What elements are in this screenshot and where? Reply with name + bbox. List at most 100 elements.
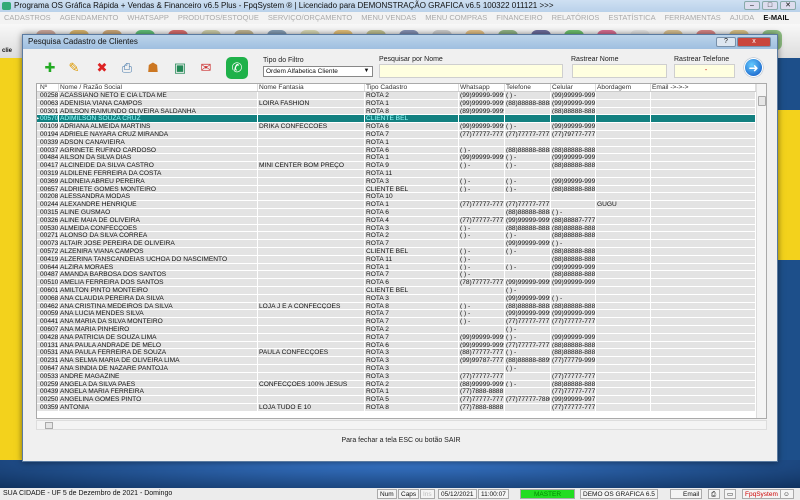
table-row[interactable]: 00607 ANA MARIA PINHEIRO ROTA 2 ( ) -: [37, 326, 757, 334]
table-row[interactable]: 00301 ADILSON RAIMUNDO OLIVEIRA SALDANHA R…: [37, 107, 757, 116]
minimize-button[interactable]: –: [744, 1, 760, 10]
table-row[interactable]: 00037 AGRINETE RUFINO CARDOSO ROTA 6( ) -(…: [37, 146, 757, 155]
table-row[interactable]: 00484 AILSON DA SILVA DIAS ROTA 1 (99)99999…: [37, 154, 757, 163]
table-row[interactable]: 00462 ANA CRISTINA MEDEIROS DA SILVA LOJA …: [37, 302, 757, 311]
table-row[interactable]: 00419 ALZERINA TANSCANDEIAS UCHOA DO NASC…: [37, 255, 757, 264]
column-header[interactable]: Tipo Cadastro: [365, 84, 459, 91]
column-header[interactable]: Email ->->->: [651, 84, 756, 91]
table-cell: [258, 224, 365, 232]
close-dialog-button[interactable]: x: [737, 37, 771, 47]
table-cell: (99)99999-9999: [460, 154, 505, 162]
close-window-button[interactable]: ✕: [780, 1, 796, 10]
menu-menu-vendas[interactable]: MENU VENDAS: [361, 12, 416, 24]
table-row[interactable]: 00570 ADIMILSON SOUZA CRUZ CLIENTE BEL ▸: [37, 115, 757, 124]
track-name-input[interactable]: [572, 64, 667, 78]
table-row[interactable]: 00244 ALEXANDRE HENRIQUE ROTA 1 (77)77777-7…: [37, 201, 757, 209]
add-client-button[interactable]: ✚: [39, 57, 61, 79]
table-row[interactable]: 00208 ALESSANDRA MODAS ROTA 10: [37, 193, 757, 202]
table-row[interactable]: 00109 ADRIANA ALMEIDA MARTINS DRIKA CONFEC…: [37, 123, 757, 131]
column-header[interactable]: Celular: [551, 84, 596, 91]
maximize-button[interactable]: □: [762, 1, 778, 10]
column-header[interactable]: Nome Fantasia: [258, 84, 365, 91]
column-header[interactable]: Nome / Razão Social: [59, 84, 258, 91]
scroll-thumb[interactable]: [758, 96, 766, 106]
users-button[interactable]: ☗: [142, 57, 164, 79]
table-row[interactable]: 00417 ALCINEIDE DA SILVA CASTRO MINI CENTE…: [37, 162, 757, 170]
table-row[interactable]: 00647 ANA SINDIA DE NAZARE PANTOJA ROTA 3 (…: [37, 365, 757, 373]
table-row[interactable]: 00059 ANA LUCIA MENDES SILVA ROTA 7( ) - (9…: [37, 310, 757, 319]
menu-relat-rios[interactable]: RELATÓRIOS: [552, 12, 600, 24]
edit-client-button[interactable]: ✎: [63, 57, 85, 79]
table-cell: ROTA 3: [365, 177, 459, 185]
table-row[interactable]: 00271 ALONSO DA SILVA CORREA ROTA 2( ) -( …: [37, 232, 757, 241]
table-row[interactable]: 00258 ACASSIANO NETO E CIA LTDA ME ROTA 2(…: [37, 92, 757, 100]
table-row[interactable]: 00339 ADSON CANAVIEIRA ROTA 1: [37, 138, 757, 147]
table-row[interactable]: 00068 ANA CLAUDIA PEREIRA DA SILVA ROTA 3 (…: [37, 294, 757, 303]
table-row[interactable]: 00319 ALDILENE FERREIRA DA COSTA ROTA 11: [37, 170, 757, 178]
menu-menu-compras[interactable]: MENU COMPRAS: [425, 12, 487, 24]
table-cell: (88)88888-8888: [506, 209, 551, 216]
table-row[interactable]: 00601 AMILTON PINTO MONTEIRO CLIENTE BEL ( …: [37, 287, 757, 295]
help-button[interactable]: ?: [716, 37, 736, 47]
email-status-button[interactable]: Email: [670, 489, 703, 499]
menu-e-mail[interactable]: E-MAIL: [763, 12, 789, 24]
table-row[interactable]: 00369 ALDINEIA ABREU PEREIRA ROTA 3( ) -( …: [37, 177, 757, 186]
menu-financeiro[interactable]: FINANCEIRO: [496, 12, 542, 24]
clientes-shortcut-label[interactable]: clie: [2, 48, 12, 54]
table-row[interactable]: 00315 ALINE GUSMÃO ROTA 6 (88)88888-8888( )…: [37, 209, 757, 217]
menu-servi-o-or-amento[interactable]: SERVIÇO/ORÇAMENTO: [268, 12, 352, 24]
table-row[interactable]: 00428 ANA PATRICIA DE SOUZA LIMA ROTA 7 (99…: [37, 333, 757, 342]
column-header[interactable]: Telefone: [505, 84, 551, 91]
search-name-input[interactable]: [379, 64, 563, 78]
column-header[interactable]: Nº: [39, 84, 59, 91]
table-row[interactable]: 00326 ALINE MAIA DE OLIVEIRA ROTA 4 (77)777…: [37, 216, 757, 225]
email-button[interactable]: ✉: [195, 57, 217, 79]
menu-estat-stica[interactable]: ESTATÍSTICA: [608, 12, 655, 24]
table-row[interactable]: 00644 ALZIRA MORAES ROTA 1( ) -( ) - (99)99…: [37, 263, 757, 272]
image-button[interactable]: ▣: [169, 57, 191, 79]
vertical-scrollbar[interactable]: [756, 84, 766, 418]
table-row[interactable]: 00533 ANDRÉ MAGAZINE ROTA 3 (77)77777-7777(…: [37, 372, 757, 381]
table-row[interactable]: 00250 ANGELINA GOMES PINTO ROTA 5 (77)77777…: [37, 396, 757, 404]
table-cell: ( ) -: [505, 365, 551, 372]
column-header[interactable]: Whatsapp: [459, 84, 505, 91]
table-row[interactable]: 00487 AMANDA BARBOSA DOS SANTOS ROTA 7( ) …: [37, 271, 757, 280]
table-cell: (88)88888-8888: [552, 232, 596, 240]
filter-type-select[interactable]: Ordem Alfabetica Cliente ▼: [263, 66, 373, 77]
search-go-button[interactable]: ➜: [744, 58, 763, 77]
delete-client-button[interactable]: ✖: [91, 57, 113, 79]
table-row[interactable]: 00531 ANA PAULA FERREIRA DE SOUZA PAULA CO…: [37, 349, 757, 358]
menu-produtos-estoque[interactable]: PRODUTOS/ESTOQUE: [178, 12, 259, 24]
print-button[interactable]: ⎙: [116, 57, 138, 79]
menu-ajuda[interactable]: AJUDA: [730, 12, 755, 24]
menu-cadastros[interactable]: CADASTROS: [4, 12, 51, 24]
table-row[interactable]: 00259 ANGELA DA SILVA PAES CONFECÇÕES 100%…: [37, 380, 757, 389]
table-row[interactable]: 00131 ANA PAULA ANDRADE DE MELO ROTA 6 (99)…: [37, 341, 757, 350]
table-row[interactable]: 00359 ANTONIA LOJA TUDO É 10 ROTA 8 (77)7888…: [37, 404, 757, 412]
table-row[interactable]: 00231 ANA SELMA MARIA DE OLIVEIRA LIMA ROT…: [37, 357, 757, 365]
column-header[interactable]: Abordagem: [596, 84, 651, 91]
network-icon[interactable]: ▭: [724, 489, 736, 499]
whatsapp-button[interactable]: ✆: [226, 57, 248, 79]
table-row[interactable]: 00073 ALTAIR JOSE PEREIRA DE OLIVEIRA ROTA…: [37, 240, 757, 248]
menu-agendamento[interactable]: AGENDAMENTO: [60, 12, 119, 24]
printer-icon[interactable]: ⎙: [708, 489, 720, 499]
table-row[interactable]: 00510 AMELIA FERREIRA DOS SANTOS ROTA 6 (78…: [37, 279, 757, 287]
table-row[interactable]: 00194 ADRIELE NAYARA CRUZ MIRANDA ROTA 7 (7…: [37, 131, 757, 139]
menu-whatsapp[interactable]: WHATSAPP: [127, 12, 169, 24]
table-cell: ROTA 2: [365, 92, 459, 99]
scroll-thumb[interactable]: [45, 422, 53, 429]
table-cell: (88)88888-8888: [552, 380, 596, 388]
table-row[interactable]: 00657 ALDRIETE GOMES MONTEIRO CLIENTE BEL(…: [37, 185, 757, 194]
table-cell: [258, 333, 365, 341]
horizontal-scrollbar[interactable]: [36, 420, 767, 430]
table-row[interactable]: 00439 ANGELA MARIA FERREIRA ROTA 1 (77)7888…: [37, 388, 757, 397]
menu-ferramentas[interactable]: FERRAMENTAS: [665, 12, 721, 24]
table-row[interactable]: 00441 ANA MARIA DA SILVA MONTEIRO ROTA 7( …: [37, 318, 757, 326]
table-row[interactable]: 00063 ADENISIA VIANA CAMPOS LOIRA FASHION R…: [37, 99, 757, 108]
table-row[interactable]: 00572 ALZENIRA VIANA CAMPOS CLIENTE BEL( )…: [37, 248, 757, 256]
footer-hint: Para fechar a tela ESC ou botão SAIR: [341, 437, 461, 444]
track-phone-input[interactable]: -: [674, 64, 735, 78]
table-row[interactable]: 00530 ALMEIDA CONFECÇÕES ROTA 3( ) - (88)88…: [37, 224, 757, 233]
table-cell: ADRIANA ALMEIDA MARTINS: [59, 123, 258, 130]
